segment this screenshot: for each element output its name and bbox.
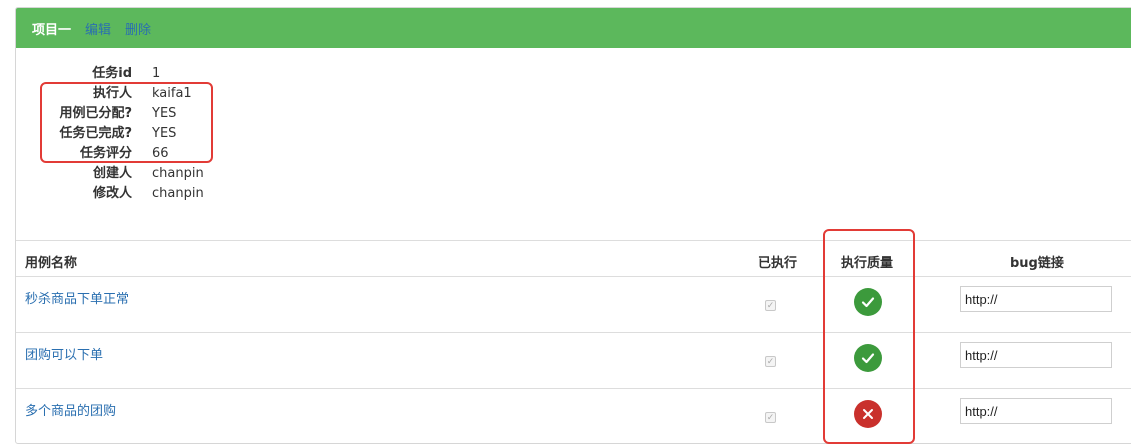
info-label: 创建人 [92, 166, 132, 181]
info-value: 66 [152, 146, 169, 161]
case-name-link[interactable]: 秒杀商品下单正常 [25, 288, 129, 307]
executed-checkbox[interactable]: ✓ [765, 356, 776, 367]
col-header-quality: 执行质量 [841, 256, 894, 271]
info-label: 任务评分 [79, 146, 132, 161]
col-header-case-name: 用例名称 [25, 256, 78, 271]
table-row: 团购可以下单 ✓ [16, 332, 1131, 389]
check-circle-icon [854, 288, 882, 316]
info-value: chanpin [152, 166, 204, 181]
check-circle-icon [854, 344, 882, 372]
bug-link-input[interactable] [960, 286, 1112, 312]
info-label: 任务id [92, 66, 132, 81]
info-value: YES [152, 126, 177, 141]
info-label: 任务已完成? [59, 126, 132, 141]
info-value: kaifa1 [152, 86, 192, 101]
info-value: chanpin [152, 186, 204, 201]
delete-link[interactable]: 删除 [125, 19, 151, 38]
info-value: 1 [152, 66, 161, 81]
col-header-executed: 已执行 [758, 256, 798, 271]
panel-header: 项目一 编辑 删除 [16, 8, 1131, 48]
table-row: 多个商品的团购 ✓ [16, 388, 1131, 443]
executed-checkbox[interactable]: ✓ [765, 300, 776, 311]
table-row: 秒杀商品下单正常 ✓ [16, 276, 1131, 333]
project-title: 项目一 [32, 22, 72, 38]
col-header-bug-link: bug链接 [1010, 256, 1064, 271]
bug-link-input[interactable] [960, 398, 1112, 424]
case-name-link[interactable]: 多个商品的团购 [25, 400, 116, 419]
executed-checkbox[interactable]: ✓ [765, 412, 776, 423]
task-panel: 项目一 编辑 删除 任务id 1 执行人 kaifa1 用例已分配? YES 任… [15, 7, 1131, 444]
case-name-link[interactable]: 团购可以下单 [25, 344, 103, 363]
info-label: 执行人 [92, 86, 132, 101]
edit-link[interactable]: 编辑 [85, 19, 111, 38]
info-value: YES [152, 106, 177, 121]
table-header-row: 用例名称 已执行 执行质量 bug链接 [16, 240, 1131, 277]
bug-link-input[interactable] [960, 342, 1112, 368]
info-label: 用例已分配? [59, 106, 132, 121]
info-label: 修改人 [92, 186, 132, 201]
x-circle-icon [854, 400, 882, 428]
